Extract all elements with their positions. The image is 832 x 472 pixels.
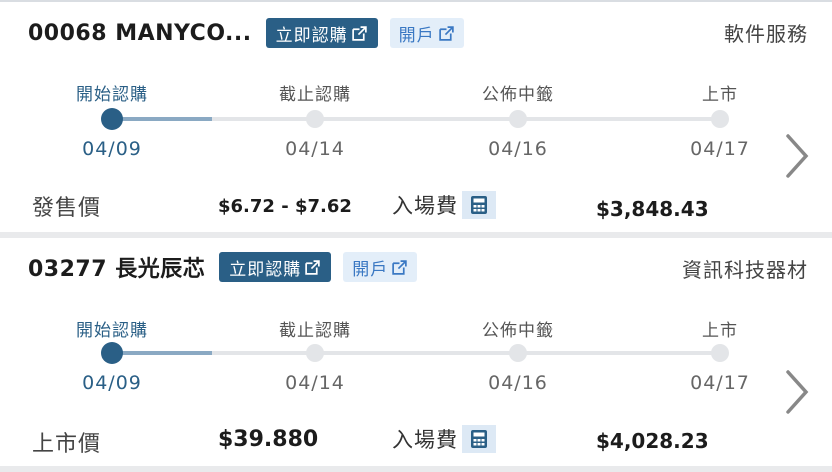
external-link-icon [392,259,407,275]
external-link-icon [305,259,320,275]
price-label: 上市價 [32,432,102,457]
entry-fee: 入場費 [392,424,496,454]
subscribe-now-button[interactable]: 立即認購 [219,252,332,282]
timeline-dot-active [101,108,123,130]
subscribe-label: 立即認購 [275,25,348,46]
stage-label-allotment: 公佈中籤 [482,321,554,341]
ipo-card-header: 03277 長光辰芯 立即認購 開戶 [28,250,418,284]
open-account-label: 開戶 [398,25,435,46]
entry-fee-value: $4,028.23 [596,429,709,453]
ipo-card[interactable]: 00068 MANYCO... 立即認購 開戶 軟件服務 開始認購 截止認購 公… [0,0,832,232]
timeline-dot [711,110,729,128]
chevron-right-icon[interactable] [784,132,810,180]
timeline-dot [509,110,527,128]
stock-code-name: 03277 長光辰芯 [28,257,206,282]
timeline-dot [306,344,324,362]
price-value: $6.72 - $7.62 [218,196,352,217]
stage-date-start: 04/09 [82,138,142,160]
price-value: $39.880 [218,427,319,452]
calculator-icon[interactable] [462,191,496,219]
timeline-dot [509,344,527,362]
ipo-card[interactable]: 03277 長光辰芯 立即認購 開戶 資訊科技器材 開始認購 截止認購 公佈中籤… [0,238,832,466]
subscribe-now-button[interactable]: 立即認購 [265,18,378,48]
stage-date-listing: 04/17 [690,372,750,394]
subscribe-label: 立即認購 [229,259,302,280]
stage-label-allotment: 公佈中籤 [482,85,554,105]
chevron-right-icon[interactable] [784,368,810,416]
stock-code-name: 00068 MANYCO... [28,20,252,46]
stage-date-start: 04/09 [82,372,142,394]
stage-label-start: 開始認購 [76,321,148,341]
timeline-dot [711,344,729,362]
industry-label: 軟件服務 [724,22,808,46]
stage-label-close: 截止認購 [279,85,351,105]
calculator-icon[interactable] [462,425,496,453]
stage-label-start: 開始認購 [76,85,148,105]
entry-fee-value: $3,848.43 [596,197,709,221]
stage-label-listing: 上市 [702,321,738,341]
open-account-button[interactable]: 開戶 [389,18,464,48]
entry-fee: 入場費 [392,190,496,220]
stage-label-close: 截止認購 [279,321,351,341]
timeline-dot [306,110,324,128]
external-link-icon [438,25,454,41]
external-link-icon [351,25,367,41]
entry-fee-label: 入場費 [392,194,458,218]
open-account-button[interactable]: 開戶 [343,252,418,282]
stage-date-allotment: 04/16 [488,138,548,160]
stage-date-close: 04/14 [285,138,345,160]
stage-date-allotment: 04/16 [488,372,548,394]
entry-fee-label: 入場費 [392,428,458,452]
stage-label-listing: 上市 [702,85,738,105]
timeline-progress [112,351,212,355]
timeline-progress [112,117,212,121]
stage-date-close: 04/14 [285,372,345,394]
price-label: 發售價 [32,196,102,221]
stage-date-listing: 04/17 [690,138,750,160]
industry-label: 資訊科技器材 [682,258,808,282]
timeline-dot-active [101,342,123,364]
open-account-label: 開戶 [352,259,389,280]
ipo-card-header: 00068 MANYCO... 立即認購 開戶 [28,16,464,50]
